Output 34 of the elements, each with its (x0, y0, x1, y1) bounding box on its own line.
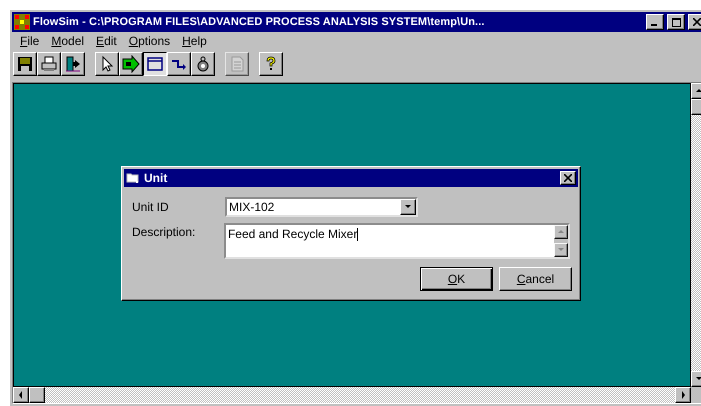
arrow-block-icon (122, 55, 140, 73)
toolbar-button[interactable] (143, 52, 167, 76)
dialog-button[interactable]: Cancel (499, 267, 572, 291)
window-title: FlowSim - C:\PROGRAM FILES\ADVANCED PROCESS ANALYSIS SYSTEM\temp\Un... (33, 16, 486, 28)
dialog-title: Unit (144, 171, 168, 185)
close-button[interactable] (560, 171, 576, 185)
field-label: Description: (132, 224, 196, 239)
scroll-right-button[interactable] (675, 387, 691, 403)
maximize-icon (672, 18, 680, 26)
close-icon (693, 18, 701, 26)
printer-icon (40, 55, 58, 73)
dropdown-button[interactable] (400, 199, 416, 215)
scroll-left-button[interactable] (13, 387, 29, 403)
horizontal-scrollbar[interactable] (13, 387, 691, 403)
description-field[interactable]: Feed and Recycle Mixer (224, 223, 570, 259)
menu-item[interactable]: Edit (90, 34, 123, 48)
dialog-button[interactable]: OK (420, 267, 493, 291)
folder-icon (126, 172, 140, 184)
door-exit-icon (64, 55, 82, 73)
menu-item[interactable]: File (14, 34, 46, 48)
scroll-down-button[interactable] (554, 243, 568, 257)
maximize-button[interactable] (667, 14, 685, 30)
app-network-icon (14, 14, 30, 30)
scroll-up-button[interactable] (554, 225, 568, 239)
scroll-thumb[interactable] (29, 387, 45, 403)
menu-item[interactable]: Model (45, 34, 90, 48)
menu-item[interactable]: Options (122, 34, 176, 48)
unit-id-dropdown[interactable]: MIX-102 (225, 197, 418, 217)
menu-item[interactable]: Help (176, 34, 213, 48)
minimize-button[interactable] (646, 14, 664, 30)
field-label: Unit ID (132, 199, 170, 214)
close-icon (564, 174, 572, 182)
window-icon (146, 55, 164, 73)
close-button[interactable] (688, 14, 701, 30)
